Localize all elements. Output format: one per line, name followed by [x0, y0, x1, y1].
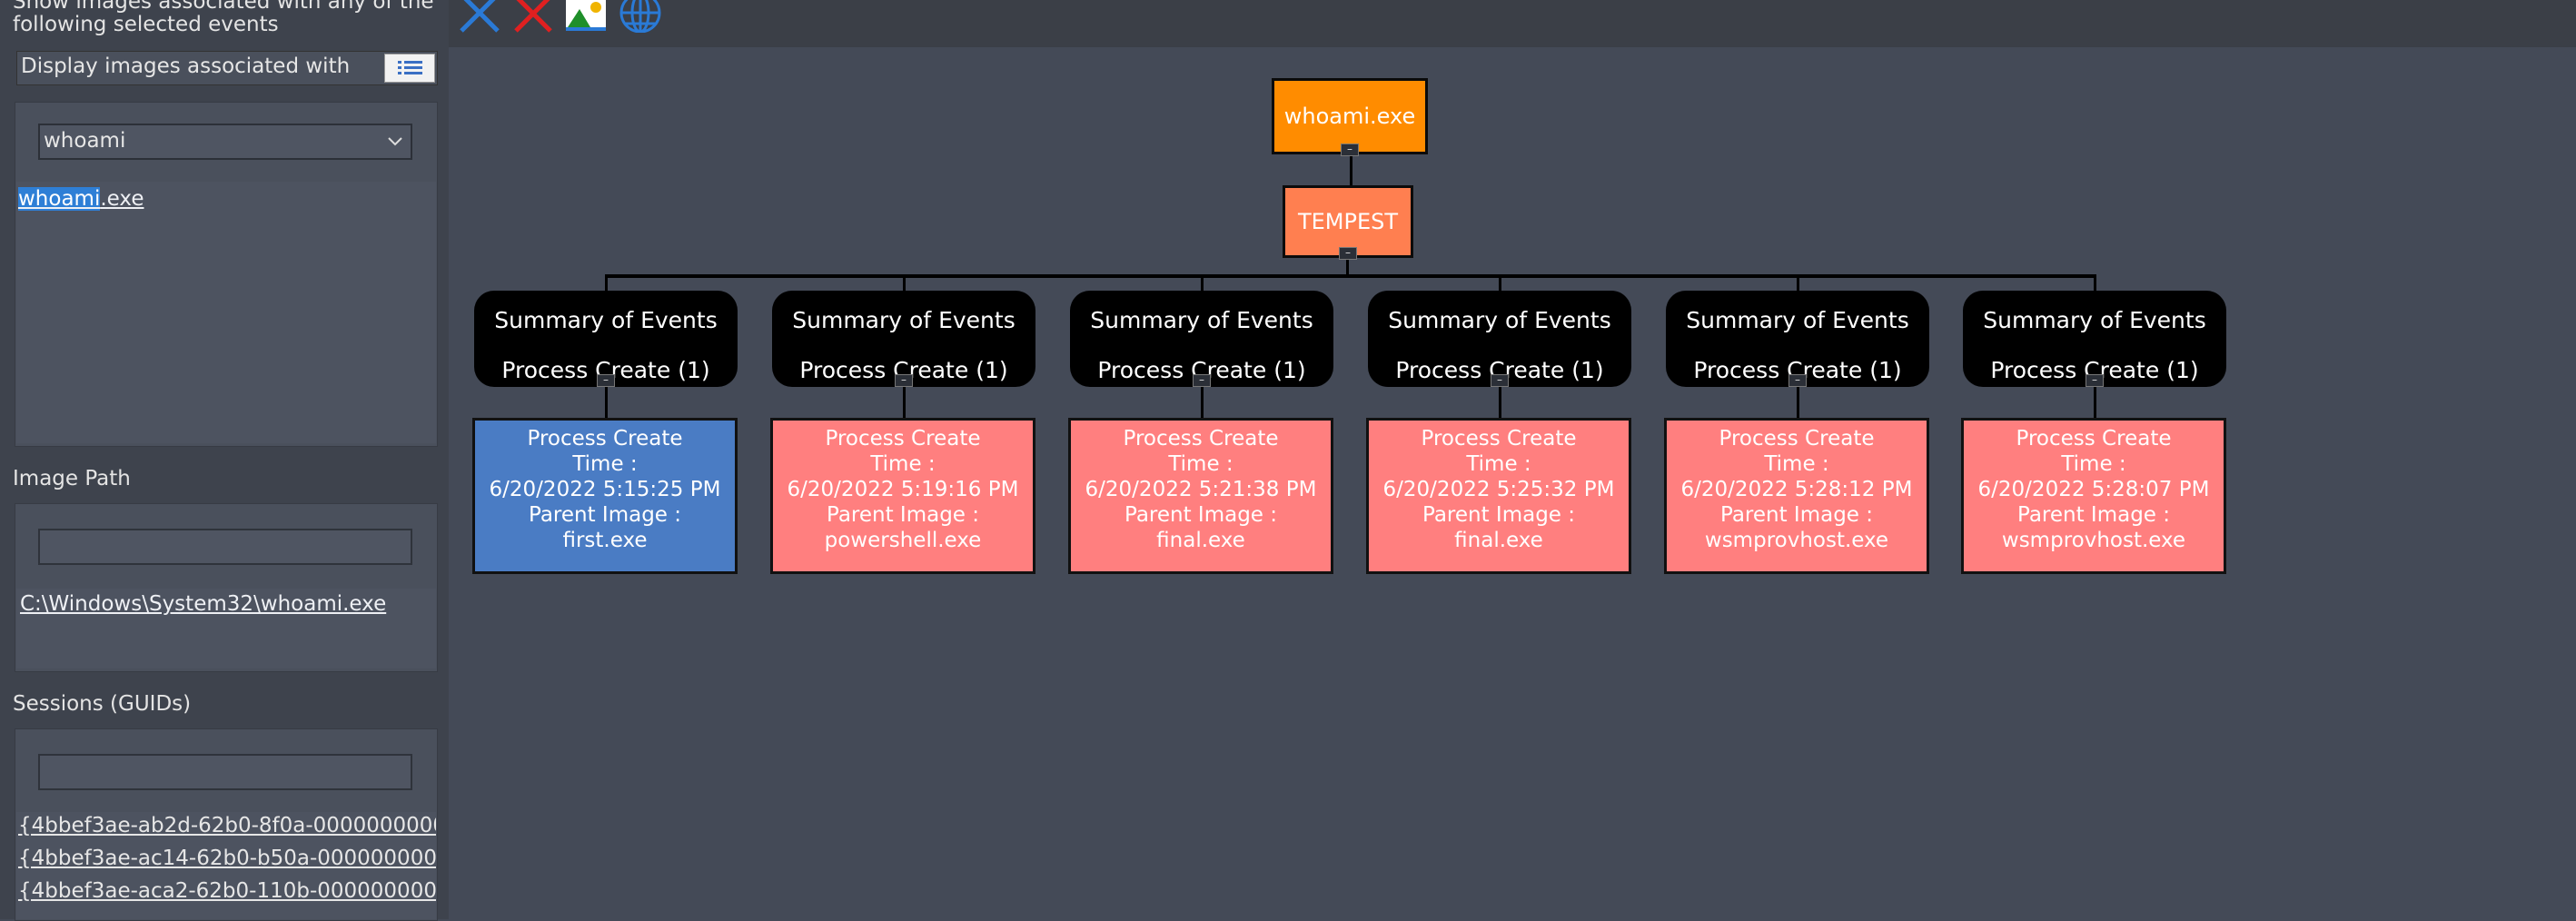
sessions-filter-input[interactable] [38, 754, 412, 790]
event-time-label: Time : [572, 452, 638, 476]
event-parent: final.exe [1454, 529, 1543, 552]
session-item[interactable]: {4bbef3ae-ac14-62b0-b50a-000000000070 [18, 847, 436, 870]
event-parent: first.exe [562, 529, 648, 552]
summary-title: Summary of Events [792, 307, 1016, 333]
event-parent: powershell.exe [824, 529, 982, 552]
event-time: 6/20/2022 5:19:16 PM [787, 478, 1019, 501]
event-time-label: Time : [1764, 452, 1829, 476]
branch-drop [1499, 274, 1501, 291]
session-item[interactable]: {4bbef3ae-ab2d-62b0-8f0a-000000000070 [18, 814, 436, 837]
sidebar: Show images associated with any of the f… [0, 0, 449, 921]
image-path-filter-input[interactable] [38, 529, 412, 565]
event-time: 6/20/2022 5:25:32 PM [1382, 478, 1615, 501]
event-time: 6/20/2022 5:28:07 PM [1977, 478, 2210, 501]
image-dropdown[interactable]: whoami [38, 124, 412, 160]
collapse-toggle[interactable]: – [1193, 374, 1211, 387]
event-parent-label: Parent Image : [2016, 503, 2171, 527]
image-list-item[interactable]: whoami.exe [18, 187, 144, 211]
event-time-label: Time : [2061, 452, 2126, 476]
event-type: Process Create [1719, 427, 1875, 451]
event-time: 6/20/2022 5:28:12 PM [1680, 478, 1913, 501]
event-node-selected[interactable]: Process Create Time : 6/20/2022 5:15:25 … [472, 418, 738, 574]
event-type: Process Create [825, 427, 981, 451]
summary-connector [1499, 385, 1501, 418]
close-icon[interactable] [512, 0, 554, 33]
root-image-label: whoami.exe [1283, 104, 1416, 129]
list-icon [398, 61, 422, 74]
collapse-toggle[interactable]: – [597, 374, 615, 387]
session-item[interactable]: {4bbef3ae-aca2-62b0-110b-000000000070 [18, 879, 436, 903]
summary-connector [1201, 385, 1204, 418]
image-link-highlight: whoami [18, 187, 101, 211]
event-parent-label: Parent Image : [826, 503, 980, 527]
event-type: Process Create [1123, 427, 1279, 451]
event-parent: wsmprovhost.exe [1704, 529, 1889, 552]
event-time-label: Time : [870, 452, 936, 476]
sessions-label: Sessions (GUIDs) [13, 692, 192, 716]
summary-title: Summary of Events [1388, 307, 1611, 333]
event-parent-label: Parent Image : [1422, 503, 1576, 527]
branch-drop [605, 274, 608, 291]
sessions-list: {4bbef3ae-ab2d-62b0-8f0a-000000000070 {4… [16, 812, 436, 919]
summary-title: Summary of Events [1090, 307, 1313, 333]
summary-title: Summary of Events [1983, 307, 2206, 333]
collapse-icon[interactable] [458, 0, 501, 33]
chevron-down-icon [388, 137, 402, 146]
event-parent-label: Parent Image : [528, 503, 682, 527]
summary-title: Summary of Events [494, 307, 718, 333]
event-type: Process Create [2016, 427, 2172, 451]
summary-title: Summary of Events [1686, 307, 1909, 333]
event-time-label: Time : [1168, 452, 1234, 476]
branch-drop [2094, 274, 2096, 291]
event-time-label: Time : [1466, 452, 1531, 476]
globe-icon[interactable] [618, 0, 663, 33]
event-node[interactable]: Process Create Time : 6/20/2022 5:25:32 … [1366, 418, 1631, 574]
display-images-label: Display images associated with [21, 54, 351, 78]
summary-connector [1797, 385, 1799, 418]
summary-connector [605, 385, 608, 418]
branch-drop [1201, 274, 1204, 291]
branch-drop [1797, 274, 1799, 291]
event-parent: final.exe [1156, 529, 1245, 552]
event-node[interactable]: Process Create Time : 6/20/2022 5:28:12 … [1664, 418, 1929, 574]
collapse-toggle[interactable]: – [1788, 374, 1807, 387]
event-node[interactable]: Process Create Time : 6/20/2022 5:28:07 … [1961, 418, 2226, 574]
toolbar [449, 0, 2576, 47]
collapse-toggle[interactable]: – [1491, 374, 1509, 387]
image-dropdown-value: whoami [44, 129, 126, 153]
host-label: TEMPEST [1297, 209, 1399, 234]
image-path-label: Image Path [13, 467, 131, 490]
image-path-link[interactable]: C:\Windows\System32\whoami.exe [20, 592, 386, 616]
summary-connector [2094, 385, 2096, 418]
event-node[interactable]: Process Create Time : 6/20/2022 5:19:16 … [770, 418, 1035, 574]
event-type: Process Create [527, 427, 683, 451]
branch-drop [903, 274, 906, 291]
image-link-rest: .exe [100, 187, 144, 211]
collapse-toggle[interactable]: – [2086, 374, 2104, 387]
collapse-toggle[interactable]: – [1339, 247, 1357, 260]
collapse-toggle[interactable]: – [895, 374, 913, 387]
event-time: 6/20/2022 5:15:25 PM [489, 478, 721, 501]
event-time: 6/20/2022 5:21:38 PM [1085, 478, 1317, 501]
event-parent-label: Parent Image : [1124, 503, 1278, 527]
collapse-toggle[interactable]: – [1341, 144, 1359, 156]
filter-description-line2: following selected events [13, 13, 279, 36]
event-type: Process Create [1421, 427, 1577, 451]
image-list [16, 182, 436, 443]
summary-connector [903, 385, 906, 418]
list-view-button[interactable] [384, 54, 435, 83]
event-node[interactable]: Process Create Time : 6/20/2022 5:21:38 … [1068, 418, 1333, 574]
event-parent: wsmprovhost.exe [2001, 529, 2186, 552]
branch-connector [605, 274, 2096, 278]
event-parent-label: Parent Image : [1719, 503, 1874, 527]
image-icon[interactable] [563, 0, 609, 33]
display-images-row: Display images associated with [16, 51, 438, 85]
